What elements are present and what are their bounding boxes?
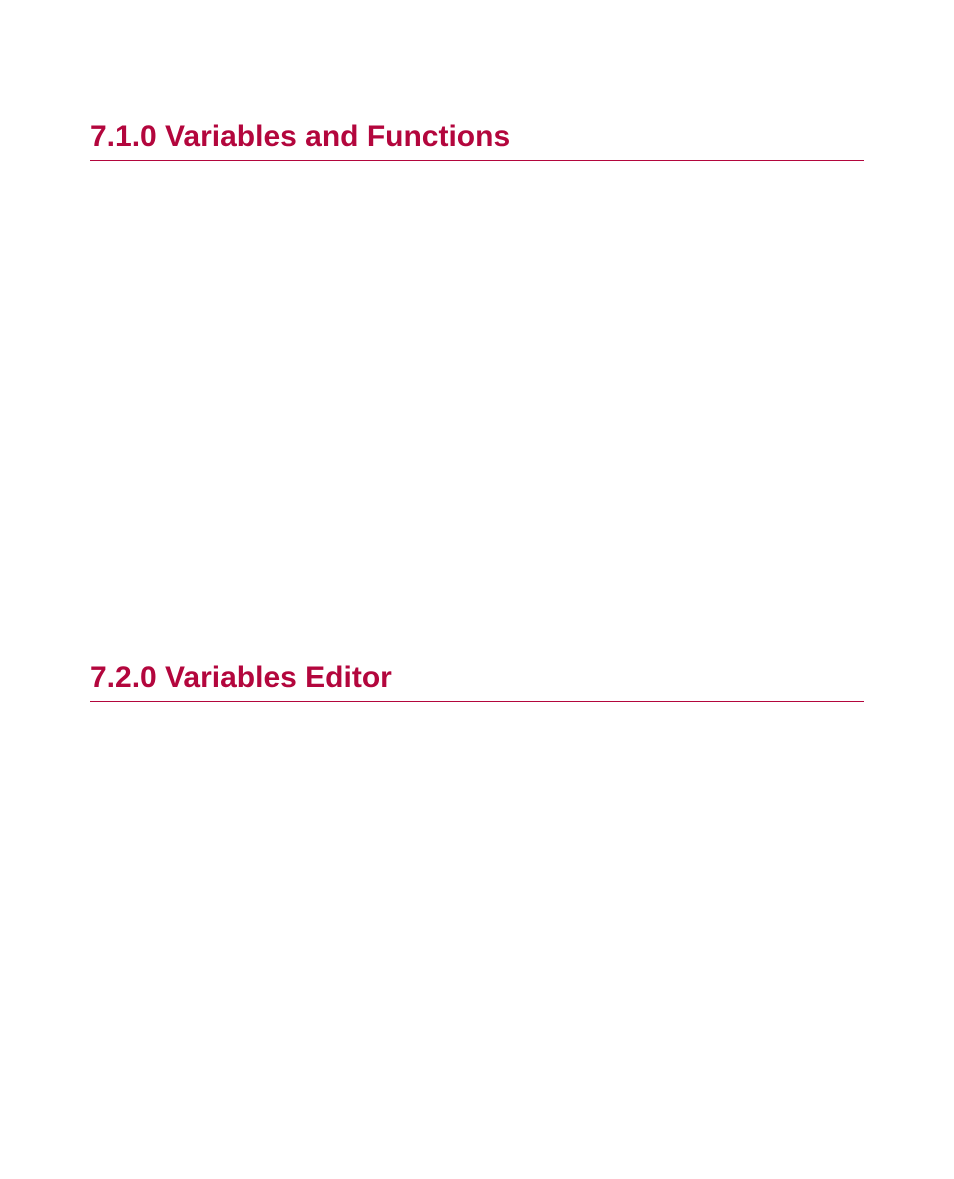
- section-heading-variables-editor: 7.2.0 Variables Editor: [90, 661, 864, 702]
- section-heading-variables-and-functions: 7.1.0 Variables and Functions: [90, 120, 864, 161]
- document-page: 7.1.0 Variables and Functions 7.2.0 Vari…: [0, 0, 954, 702]
- section-body-spacer: [90, 201, 864, 661]
